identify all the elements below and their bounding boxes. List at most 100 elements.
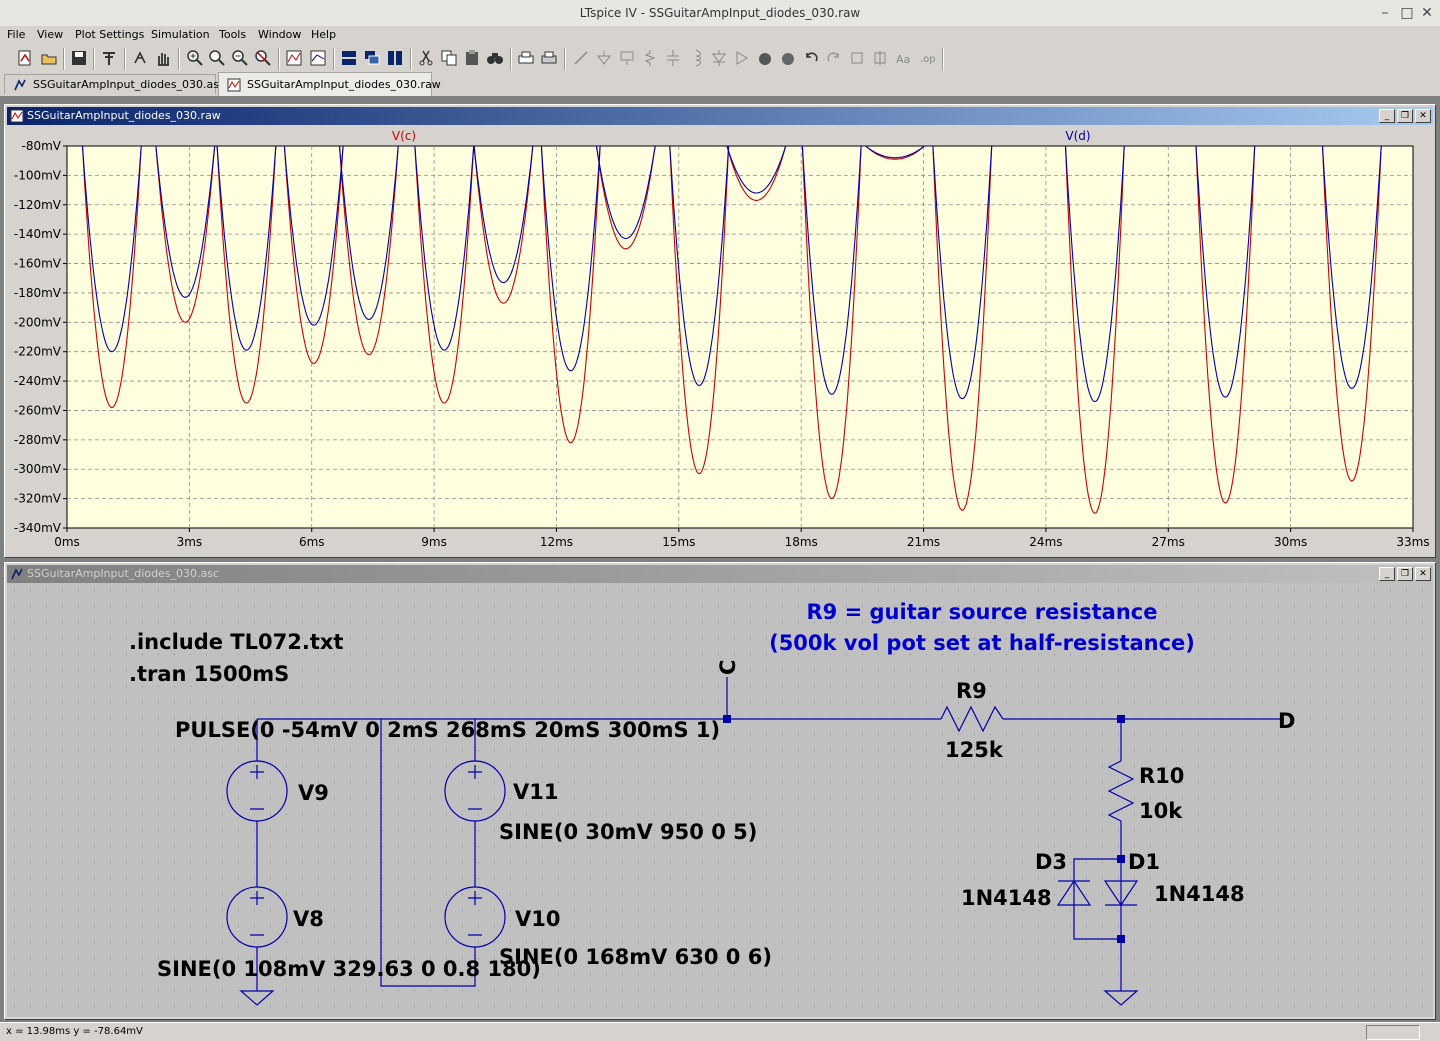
cascade-icon[interactable] bbox=[363, 49, 381, 67]
note-line-1[interactable]: R9 = guitar source resistance bbox=[807, 600, 1158, 624]
cut-icon[interactable] bbox=[417, 49, 435, 67]
control-panel-icon[interactable] bbox=[100, 49, 118, 67]
pan-hand-icon[interactable] bbox=[154, 49, 172, 67]
menu-window[interactable]: Window bbox=[258, 28, 301, 41]
tab-schematic-label: SSGuitarAmpInput_diodes_030.asc bbox=[33, 78, 226, 91]
menu-help[interactable]: Help bbox=[311, 28, 336, 41]
plot-close-button[interactable]: ✕ bbox=[1415, 109, 1431, 123]
r10-name[interactable]: R10 bbox=[1139, 764, 1184, 788]
cursor-readout: x = 13.98ms y = -78.64mV bbox=[6, 1026, 143, 1037]
minimize-button[interactable]: – bbox=[1376, 4, 1394, 22]
net-label-d[interactable]: D bbox=[1278, 709, 1295, 733]
undo-icon[interactable] bbox=[802, 49, 820, 67]
tile-vertical-icon[interactable] bbox=[386, 49, 404, 67]
zoom-icon[interactable] bbox=[208, 49, 226, 67]
v11-value[interactable]: SINE(0 30mV 950 0 5) bbox=[499, 820, 757, 844]
plot-minimize-button[interactable]: _ bbox=[1379, 109, 1395, 123]
new-schematic-icon[interactable] bbox=[16, 49, 34, 67]
redo-icon[interactable] bbox=[825, 49, 843, 67]
spice-directive-icon[interactable]: .op bbox=[917, 49, 935, 67]
wire-icon[interactable] bbox=[572, 49, 590, 67]
capacitor-icon[interactable] bbox=[664, 49, 682, 67]
schematic-close-button[interactable]: ✕ bbox=[1415, 567, 1431, 581]
autorange-icon[interactable] bbox=[285, 49, 303, 67]
component-icon[interactable] bbox=[733, 49, 751, 67]
waveform-icon bbox=[227, 78, 241, 92]
text-icon[interactable]: Aa bbox=[894, 49, 912, 67]
plot-restore-button[interactable]: ❐ bbox=[1397, 109, 1413, 123]
svg-text:Aa: Aa bbox=[896, 53, 910, 66]
v8-name[interactable]: V8 bbox=[293, 907, 324, 931]
v9-name[interactable]: V9 bbox=[298, 781, 329, 805]
legend-vc[interactable]: V(c) bbox=[392, 129, 416, 143]
move-hand-icon[interactable] bbox=[756, 49, 774, 67]
waveform-icon bbox=[10, 109, 24, 123]
tile-horizontal-icon[interactable] bbox=[340, 49, 358, 67]
r9-value[interactable]: 125k bbox=[945, 738, 1004, 762]
r9-name[interactable]: R9 bbox=[956, 679, 987, 703]
close-button[interactable]: ✕ bbox=[1418, 4, 1436, 22]
menu-plot-settings[interactable]: Plot Settings bbox=[75, 28, 144, 41]
menu-simulation[interactable]: Simulation bbox=[151, 28, 210, 41]
d3-name[interactable]: D3 bbox=[1035, 850, 1067, 874]
note-line-2[interactable]: (500k vol pot set at half-resistance) bbox=[769, 631, 1195, 655]
y-tick-label: -320mV bbox=[14, 492, 62, 506]
print-setup-icon[interactable] bbox=[517, 49, 535, 67]
v11-name[interactable]: V11 bbox=[513, 780, 558, 804]
y-tick-label: -220mV bbox=[14, 345, 62, 359]
menu-tools[interactable]: Tools bbox=[219, 28, 246, 41]
schematic-restore-button[interactable]: ❐ bbox=[1397, 567, 1413, 581]
save-icon[interactable] bbox=[70, 49, 88, 67]
zoom-out-icon[interactable] bbox=[231, 49, 249, 67]
r10-value[interactable]: 10k bbox=[1139, 799, 1183, 823]
schematic-canvas[interactable]: .include TL072.txt .tran 1500mS PULSE(0 … bbox=[7, 583, 1433, 1017]
resistor-icon[interactable] bbox=[641, 49, 659, 67]
diode-icon[interactable] bbox=[710, 49, 728, 67]
drag-hand-icon[interactable] bbox=[779, 49, 797, 67]
tran-directive[interactable]: .tran 1500mS bbox=[129, 662, 289, 686]
x-tick-label: 24ms bbox=[1029, 535, 1062, 549]
v10-name[interactable]: V10 bbox=[515, 907, 560, 931]
manual-limits-icon[interactable] bbox=[309, 49, 327, 67]
y-tick-label: -180mV bbox=[14, 286, 62, 300]
x-tick-label: 30ms bbox=[1274, 535, 1307, 549]
v8-value[interactable]: SINE(0 108mV 329.63 0 0.8 180) bbox=[157, 957, 541, 981]
find-icon[interactable] bbox=[486, 49, 504, 67]
y-tick-label: -140mV bbox=[14, 227, 62, 241]
include-directive[interactable]: .include TL072.txt bbox=[129, 630, 343, 654]
document-tabs: SSGuitarAmpInput_diodes_030.asc SSGuitar… bbox=[0, 72, 1440, 96]
schematic-window-titlebar[interactable]: SSGuitarAmpInput_diodes_030.asc _ ❐ ✕ bbox=[7, 565, 1433, 583]
y-tick-label: -160mV bbox=[14, 257, 62, 271]
plot-window: SSGuitarAmpInput_diodes_030.raw _ ❐ ✕ 0ms 3… bbox=[4, 104, 1436, 558]
d3-value[interactable]: 1N4148 bbox=[961, 886, 1052, 910]
label-net-icon[interactable] bbox=[618, 49, 636, 67]
y-tick-label: -120mV bbox=[14, 198, 62, 212]
menu-file[interactable]: File bbox=[7, 28, 25, 41]
mirror-icon[interactable] bbox=[871, 49, 889, 67]
paste-icon[interactable] bbox=[463, 49, 481, 67]
zoom-in-icon[interactable] bbox=[186, 49, 204, 67]
waveform-plot[interactable]: 0ms 3ms 6ms 9ms 12ms 15ms 18ms 21ms 24ms 27ms 30ms… bbox=[7, 125, 1433, 555]
print-icon[interactable] bbox=[540, 49, 558, 67]
tab-waveform[interactable]: SSGuitarAmpInput_diodes_030.raw bbox=[218, 72, 441, 96]
x-tick-label: 21ms bbox=[907, 535, 940, 549]
maximize-button[interactable]: □ bbox=[1398, 4, 1416, 22]
legend-vd[interactable]: V(d) bbox=[1065, 129, 1090, 143]
zoom-fit-icon[interactable] bbox=[254, 49, 272, 67]
v9-value[interactable]: PULSE(0 -54mV 0 2mS 268mS 20mS 300mS 1) bbox=[175, 718, 720, 742]
x-tick-label: 3ms bbox=[177, 535, 203, 549]
inductor-icon[interactable] bbox=[687, 49, 705, 67]
rotate-icon[interactable] bbox=[848, 49, 866, 67]
open-icon[interactable] bbox=[40, 49, 58, 67]
copy-icon[interactable] bbox=[440, 49, 458, 67]
run-icon[interactable] bbox=[131, 49, 149, 67]
d1-value[interactable]: 1N4148 bbox=[1154, 882, 1245, 906]
menu-view[interactable]: View bbox=[37, 28, 63, 41]
v10-value[interactable]: SINE(0 168mV 630 0 6) bbox=[499, 945, 772, 969]
plot-window-titlebar[interactable]: SSGuitarAmpInput_diodes_030.raw _ ❐ ✕ bbox=[7, 107, 1433, 125]
net-label-c[interactable]: C bbox=[716, 660, 740, 675]
ground-icon[interactable] bbox=[595, 49, 613, 67]
d1-name[interactable]: D1 bbox=[1128, 850, 1160, 874]
schematic-minimize-button[interactable]: _ bbox=[1379, 567, 1395, 581]
tab-schematic[interactable]: SSGuitarAmpInput_diodes_030.asc bbox=[4, 74, 225, 94]
